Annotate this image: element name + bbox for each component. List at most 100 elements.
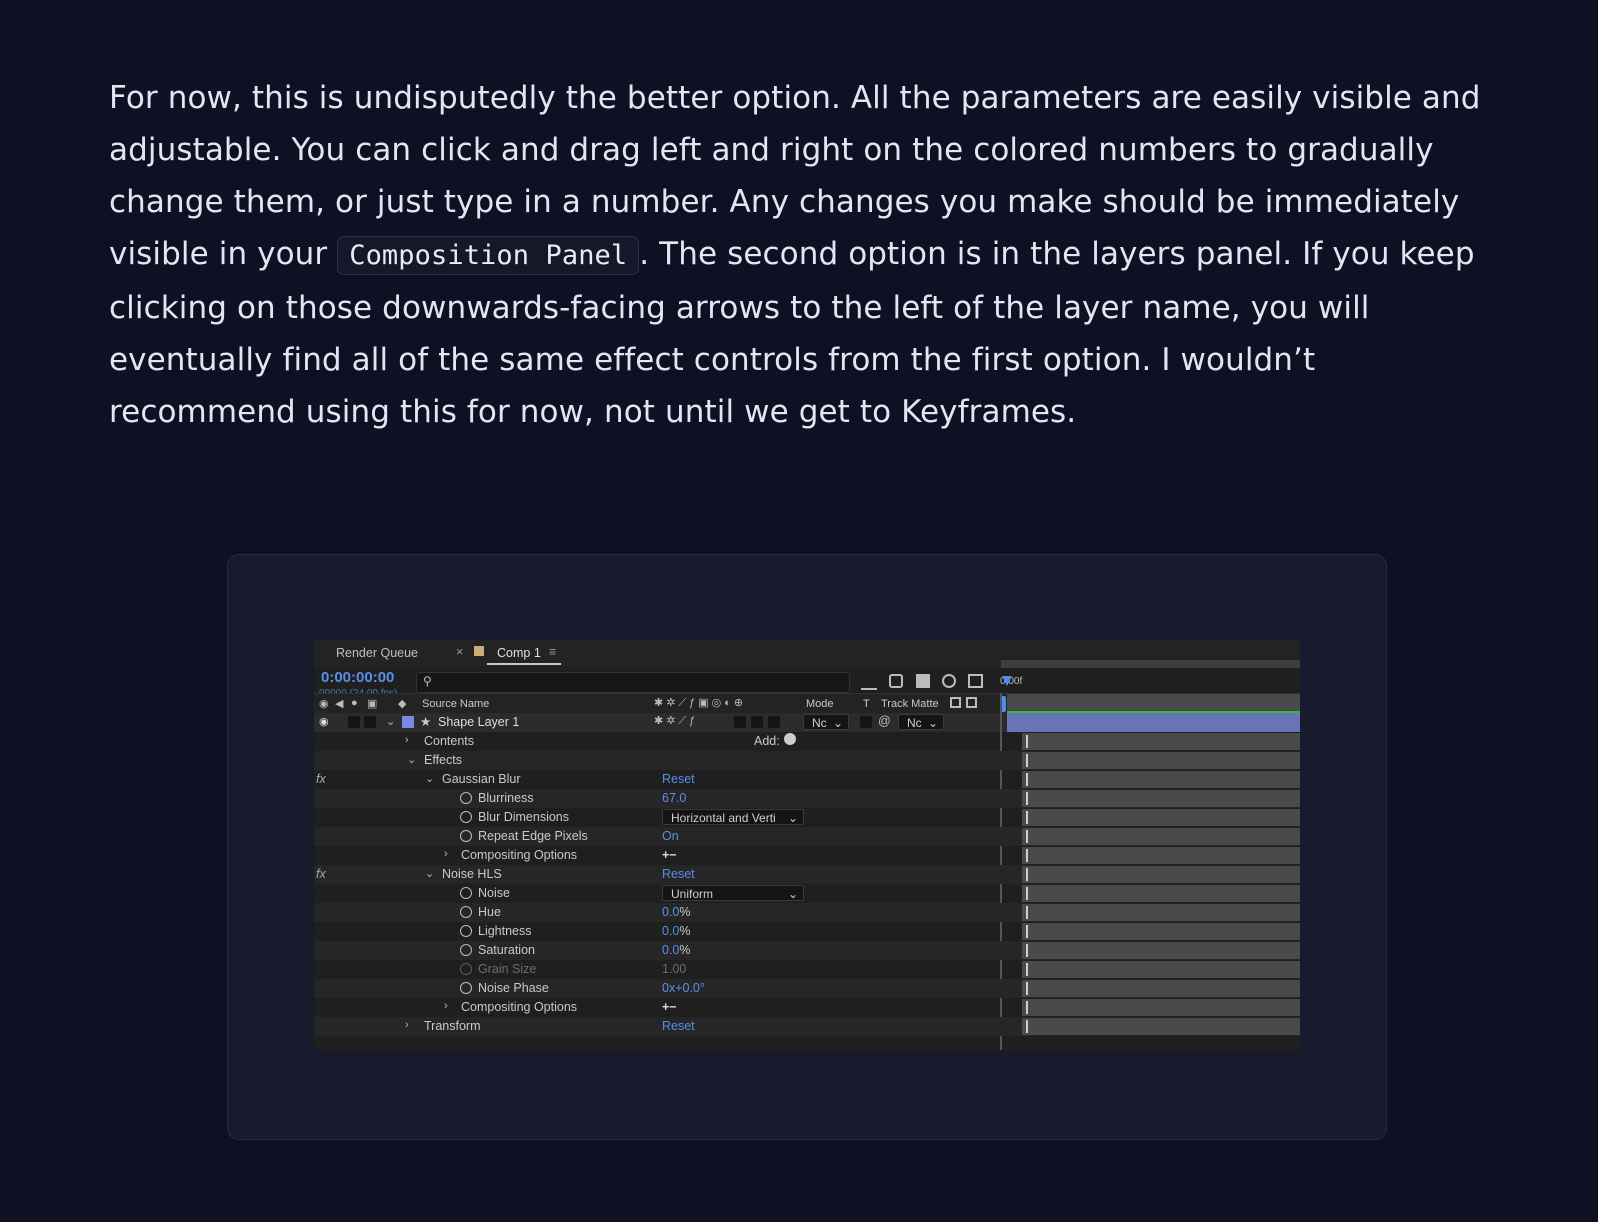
- track-matte-header[interactable]: Track Matte: [881, 698, 939, 710]
- tab-comp-1[interactable]: Comp 1: [497, 646, 541, 660]
- chevron-down-icon[interactable]: ⌄: [386, 715, 395, 728]
- property-row-noise-phase[interactable]: Noise Phase 0x+0.0°: [314, 979, 1300, 998]
- stopwatch-icon[interactable]: [460, 811, 472, 823]
- property-row-effects[interactable]: ⌄ Effects: [314, 751, 1300, 770]
- property-value[interactable]: 0x+0.0°: [662, 981, 705, 995]
- lock-header-icon: ▣: [367, 698, 378, 710]
- layer-name[interactable]: Shape Layer 1: [438, 715, 519, 729]
- timeline-track: [1022, 752, 1300, 769]
- timeline-track: [1022, 942, 1300, 959]
- chevron-down-icon[interactable]: ⌄: [425, 772, 434, 785]
- property-row-compositing-options[interactable]: › Compositing Options +−: [314, 846, 1300, 865]
- layer-switch-icons[interactable]: ✱✲⟋ƒ: [654, 714, 698, 728]
- reset-link[interactable]: Reset: [662, 772, 695, 786]
- property-label: Blurriness: [478, 791, 534, 805]
- reset-link[interactable]: Reset: [662, 867, 695, 881]
- add-remove-mask-buttons[interactable]: +−: [662, 1000, 677, 1014]
- property-label: Compositing Options: [461, 848, 578, 862]
- time-navigator[interactable]: [1001, 660, 1300, 668]
- property-value-group[interactable]: 0.0%: [662, 905, 691, 919]
- stopwatch-icon[interactable]: [460, 982, 472, 994]
- stopwatch-icon[interactable]: [460, 944, 472, 956]
- property-row-transform[interactable]: › Transform Reset: [314, 1017, 1300, 1036]
- chevron-right-icon[interactable]: ›: [405, 1019, 409, 1031]
- add-remove-mask-buttons[interactable]: +−: [662, 848, 677, 862]
- property-row-blur-dimensions[interactable]: Blur Dimensions Horizontal and Verti ⌄: [314, 808, 1300, 827]
- property-value-group[interactable]: 0.0%: [662, 943, 691, 957]
- matte-value: Nc: [907, 716, 922, 730]
- layer-duration-bar[interactable]: [1007, 713, 1300, 732]
- property-value[interactable]: 0.0: [662, 924, 679, 938]
- stopwatch-icon[interactable]: [460, 906, 472, 918]
- reset-link[interactable]: Reset: [662, 1019, 695, 1033]
- matte-icon: [950, 697, 961, 708]
- switch-box[interactable]: [734, 716, 746, 728]
- search-icon: ⚲: [423, 674, 432, 688]
- add-menu-icon[interactable]: [784, 733, 796, 745]
- graph-editor-icon[interactable]: [968, 674, 983, 688]
- timeline-track: [1022, 733, 1300, 750]
- property-row-gaussian-blur[interactable]: fx ⌄ Gaussian Blur Reset: [314, 770, 1300, 789]
- stopwatch-icon[interactable]: [460, 925, 472, 937]
- switch-box[interactable]: [751, 716, 763, 728]
- shy-layers-icon[interactable]: [889, 674, 903, 688]
- chevron-right-icon[interactable]: ›: [444, 1000, 448, 1012]
- layer-label-color[interactable]: [402, 716, 414, 728]
- work-area-bar[interactable]: [1007, 694, 1300, 711]
- property-row-repeat-edge-pixels[interactable]: Repeat Edge Pixels On: [314, 827, 1300, 846]
- frame-blending-icon[interactable]: [916, 674, 930, 688]
- mode-dropdown[interactable]: Nc ⌄: [803, 714, 849, 730]
- property-row-contents[interactable]: › Contents Add:: [314, 732, 1300, 751]
- label-tag-icon: ◆: [398, 698, 407, 710]
- property-row-noise[interactable]: Noise Uniform ⌄: [314, 884, 1300, 903]
- property-value[interactable]: 67.0: [662, 791, 686, 805]
- property-row-compositing-options[interactable]: › Compositing Options +−: [314, 998, 1300, 1017]
- timeline-track: [1022, 980, 1300, 997]
- noise-type-dropdown[interactable]: Uniform ⌄: [662, 885, 804, 901]
- lock-switch[interactable]: [364, 716, 376, 728]
- property-row-blurriness[interactable]: Blurriness 67.0: [314, 789, 1300, 808]
- stopwatch-icon[interactable]: [460, 792, 472, 804]
- property-label: Noise HLS: [442, 867, 502, 881]
- property-value: 1.00: [662, 962, 687, 976]
- chevron-right-icon[interactable]: ›: [444, 848, 448, 860]
- stopwatch-icon[interactable]: [460, 887, 472, 899]
- property-row-saturation[interactable]: Saturation 0.0%: [314, 941, 1300, 960]
- property-row-hue[interactable]: Hue 0.0%: [314, 903, 1300, 922]
- property-row-grain-size[interactable]: Grain Size 1.00: [314, 960, 1300, 979]
- add-menu-label[interactable]: Add:: [754, 734, 780, 748]
- timeline-track: [1022, 771, 1300, 788]
- fx-icon[interactable]: fx: [316, 772, 326, 786]
- layer-search-input[interactable]: ⚲: [416, 672, 850, 693]
- mode-header[interactable]: Mode: [806, 698, 834, 710]
- stopwatch-icon[interactable]: [460, 830, 472, 842]
- close-icon[interactable]: ×: [456, 645, 463, 659]
- property-value-group[interactable]: 0.0%: [662, 924, 691, 938]
- property-row-noise-hls[interactable]: fx ⌄ Noise HLS Reset: [314, 865, 1300, 884]
- motion-blur-icon[interactable]: [942, 674, 956, 688]
- property-value[interactable]: 0.0: [662, 905, 679, 919]
- fx-icon[interactable]: fx: [316, 867, 326, 881]
- source-name-header[interactable]: Source Name: [422, 698, 489, 710]
- unit: %: [679, 905, 691, 919]
- current-timecode[interactable]: 0:00:00:00: [321, 669, 394, 686]
- property-row-lightness[interactable]: Lightness 0.0%: [314, 922, 1300, 941]
- chevron-down-icon[interactable]: ⌄: [407, 753, 416, 766]
- property-label: Blur Dimensions: [478, 810, 570, 824]
- layer-row-shape-layer-1[interactable]: ◉ ⌄ ★ Shape Layer 1 ✱✲⟋ƒ Nc ⌄ @ Nc ⌄: [314, 713, 1300, 732]
- chevron-down-icon[interactable]: ⌄: [425, 867, 434, 880]
- preserve-transparency-box[interactable]: [860, 716, 872, 728]
- eye-icon[interactable]: ◉: [319, 715, 329, 728]
- panel-menu-icon[interactable]: ≡: [549, 645, 556, 659]
- property-value[interactable]: 0.0: [662, 943, 679, 957]
- blur-dimensions-dropdown[interactable]: Horizontal and Verti ⌄: [662, 809, 804, 825]
- solo-switch[interactable]: [348, 716, 360, 728]
- keyframe-ibeam: [1026, 963, 1028, 976]
- tab-render-queue[interactable]: Render Queue: [336, 646, 418, 660]
- comp-flowchart-icon[interactable]: [861, 674, 877, 690]
- matte-link-icon[interactable]: @: [878, 714, 891, 728]
- switch-box[interactable]: [768, 716, 780, 728]
- property-value[interactable]: On: [662, 829, 679, 843]
- chevron-right-icon[interactable]: ›: [405, 734, 409, 746]
- track-matte-dropdown[interactable]: Nc ⌄: [898, 714, 944, 730]
